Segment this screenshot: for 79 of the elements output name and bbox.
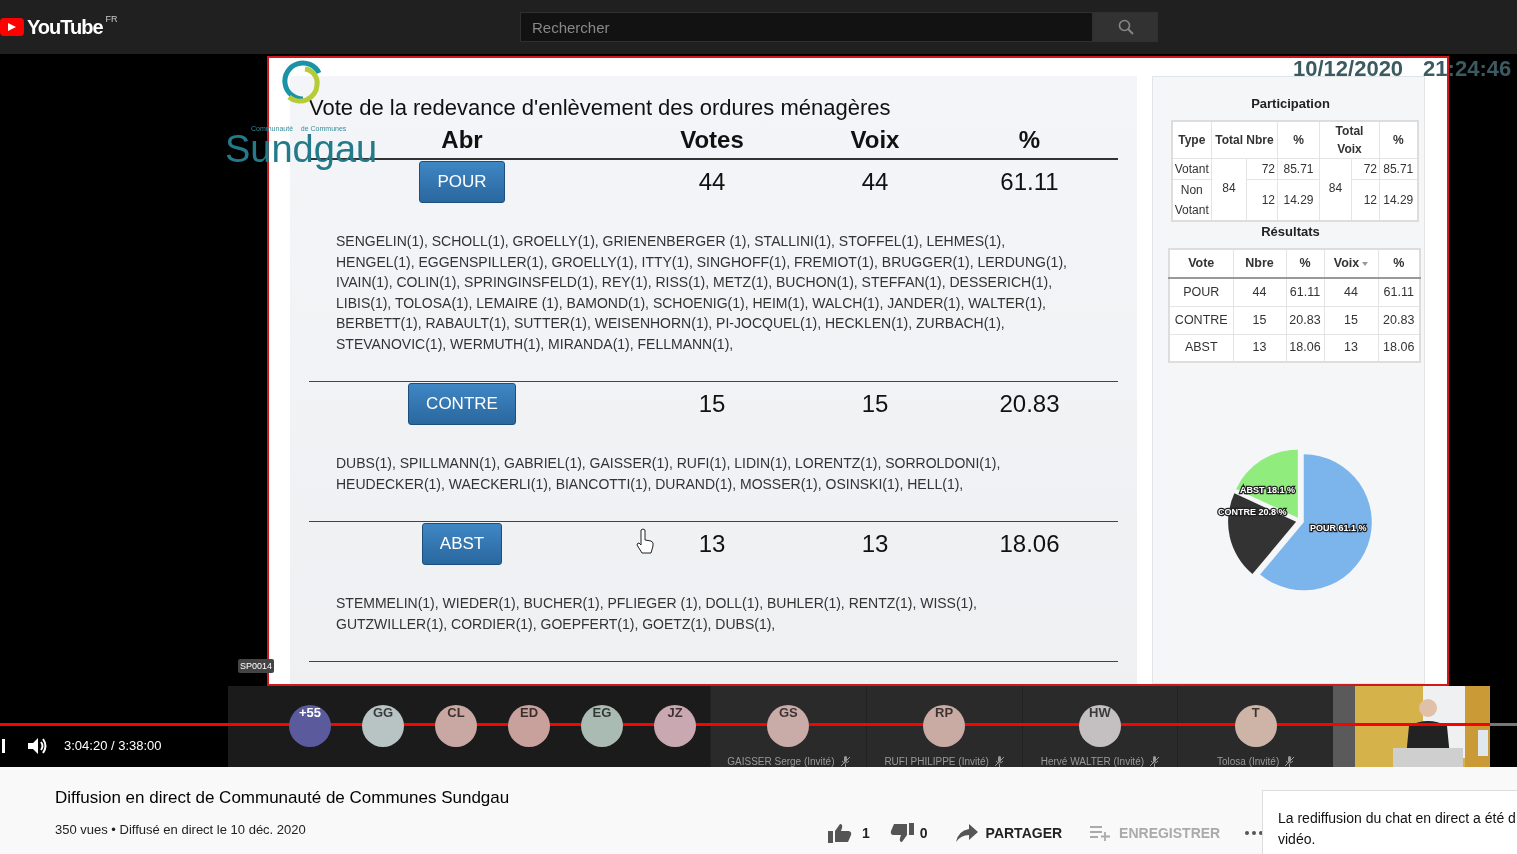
voter-list: DUBS(1), SPILLMANN(1), GABRIEL(1), GAISSER(1), RUFI(1), LIDIN(1), LORENTZ(1), SORROLDONI(1), HEUDECKER(1), WAECKERLI(1), BIANCOTTI(1), DURAND(1), MOSSER(1), OSINSKI(1), HELL(1), [336, 453, 1001, 494]
dislike-button[interactable]: 0 [889, 822, 928, 844]
avatar: T [1234, 705, 1277, 747]
table-header: % [1277, 121, 1320, 159]
table-cell: POUR [1169, 278, 1233, 306]
data-label: POUR 61.1 % [1309, 523, 1367, 533]
slide-title: Vote de la redevance d'enlèvement des ordures ménagères [309, 95, 892, 121]
vote-value: 15 [698, 390, 726, 417]
vote-value: 61.11 [1000, 168, 1059, 195]
vote-value: 44 [861, 168, 889, 195]
video-meta: 350 vues • Diffusé en direct le 10 déc. 2020 [55, 821, 307, 839]
column-header: Votes [680, 125, 744, 153]
participant-name: Tolosa (Invité) [1217, 755, 1280, 767]
table-cell: 72 [1246, 158, 1278, 180]
table-cell: 72 [1351, 158, 1380, 180]
avatar: GS [767, 705, 810, 747]
avatar: HW [1078, 705, 1121, 747]
vote-button[interactable]: ABST [421, 523, 503, 565]
voter-list: STEMMELIN(1), WIEDER(1), BUCHER(1), PFLIEGER (1), DOLL(1), BUHLER(1), RENTZ(1), WISS(1), GUTZWILLER(1), CORDIER(1), GOEPFERT(1), GOETZ(1), DUBS(1), [336, 593, 977, 634]
participant-name: RUFI PHILIPPE (Invité) [884, 755, 989, 767]
voter-list: SENGELIN(1), SCHOLL(1), GROELLY(1), GRIENENBERGER (1), STALLINI(1), STOFFEL(1), LEHMES(1), HENGEL(1), EGGENSPILLER(1), GROELLY(1), ITTY(1), SINGHOFF(1), FREMIOT(1), BRUGGER(1), LERDUNG(1), IVAIN(1), COLIN(1), SPRINGINSFELD(1), REY(1), RISS(1), METZ(1), BUCHON(1), STEFFAN(1), DESSERICH(1), LIBIS(1), TOLOSA(1), LEMAIRE (1), BAMOND(1), SCHOENIG(1), HEIM(1), WALCH(1), JANDER(1), WALTER(1), BERBETT(1), RABAULT(1), SUTTER(1), WEISENHORN(1), PI-JOCQUEL(1), HECKLEN(1), ZURBACH(1), STEVANOVIC(1), WERMUTH(1), MIRANDA(1), FELLMANN(1), [336, 231, 1067, 354]
vote-value: 13 [861, 530, 889, 557]
like-button[interactable]: 1 [828, 822, 870, 844]
vote-value: 20.83 [999, 390, 1060, 417]
vote-value: 18.06 [999, 530, 1060, 557]
vote-value: 44 [698, 168, 726, 195]
play-logo-icon[interactable] [0, 18, 24, 36]
participant-name: Hervé WALTER (Invité) [1040, 755, 1145, 767]
avatar: RP [923, 705, 966, 747]
chat-notice: La rediffusion du chat en direct a été d vidéo. [1278, 809, 1517, 849]
table-cell: 15 [1233, 306, 1286, 334]
screen-label: SP0014 [238, 659, 275, 673]
vote-button[interactable]: POUR [419, 161, 505, 203]
volume-icon[interactable] [27, 736, 49, 756]
share-arrow-icon [955, 824, 978, 842]
table-header: Total Voix [1319, 121, 1380, 159]
logo-text[interactable]: YouTube [27, 17, 103, 37]
table-header[interactable]: % [1393, 254, 1405, 273]
table-cell: 61.11 [1286, 278, 1324, 306]
table-cell: 44 [1324, 278, 1378, 306]
column-header: % [1018, 125, 1041, 153]
table-cell: 85.71 [1277, 158, 1320, 180]
table-cell: Votant [1171, 158, 1212, 180]
panel-heading: Participation [1251, 96, 1330, 112]
date-label: 10/12/2020 [1293, 55, 1404, 83]
thumbs-down-icon [889, 823, 914, 843]
time-display: 3:04:20 / 3:38:00 [64, 738, 162, 754]
table-cell: 15 [1324, 306, 1378, 334]
avatar: EG [581, 705, 623, 747]
hand-cursor-icon [635, 528, 655, 556]
table-cell: 84 [1319, 158, 1352, 221]
thumbs-up-icon [828, 823, 852, 843]
more-icon[interactable] [1245, 831, 1264, 835]
table-cell: CONTRE [1169, 306, 1233, 334]
vote-button[interactable]: CONTRE [408, 383, 516, 425]
video-title: Diffusion en direct de Communauté de Communes Sundgau [55, 787, 511, 809]
share-button[interactable]: PARTAGER [955, 822, 1063, 844]
column-header: Abr [441, 125, 483, 153]
search-icon [1117, 19, 1134, 35]
vote-value: 15 [861, 390, 889, 417]
search-field[interactable]: Rechercher [520, 12, 1093, 42]
table-cell: 84 [1211, 158, 1247, 221]
table-cell: 20.83 [1286, 306, 1324, 334]
participant-name: GAISSER Serge (Invité) [727, 755, 835, 767]
data-label: ABST 18.1 % [1239, 485, 1295, 495]
search-button[interactable] [1093, 12, 1158, 42]
avatar: ED [508, 705, 550, 747]
avatar: +55 [289, 705, 331, 747]
vote-value: 13 [698, 530, 726, 557]
panel-heading: Résultats [1261, 224, 1320, 240]
avatar: JZ [654, 705, 696, 747]
avatar: GG [362, 705, 404, 747]
table-header: Total Nbre [1211, 121, 1278, 159]
column-header: Voix [850, 125, 900, 153]
table-header: Type [1171, 121, 1212, 159]
playlist-add-icon [1090, 825, 1112, 841]
avatar: CL [435, 705, 477, 747]
table-cell: 44 [1233, 278, 1286, 306]
region-label: FR [105, 13, 118, 26]
